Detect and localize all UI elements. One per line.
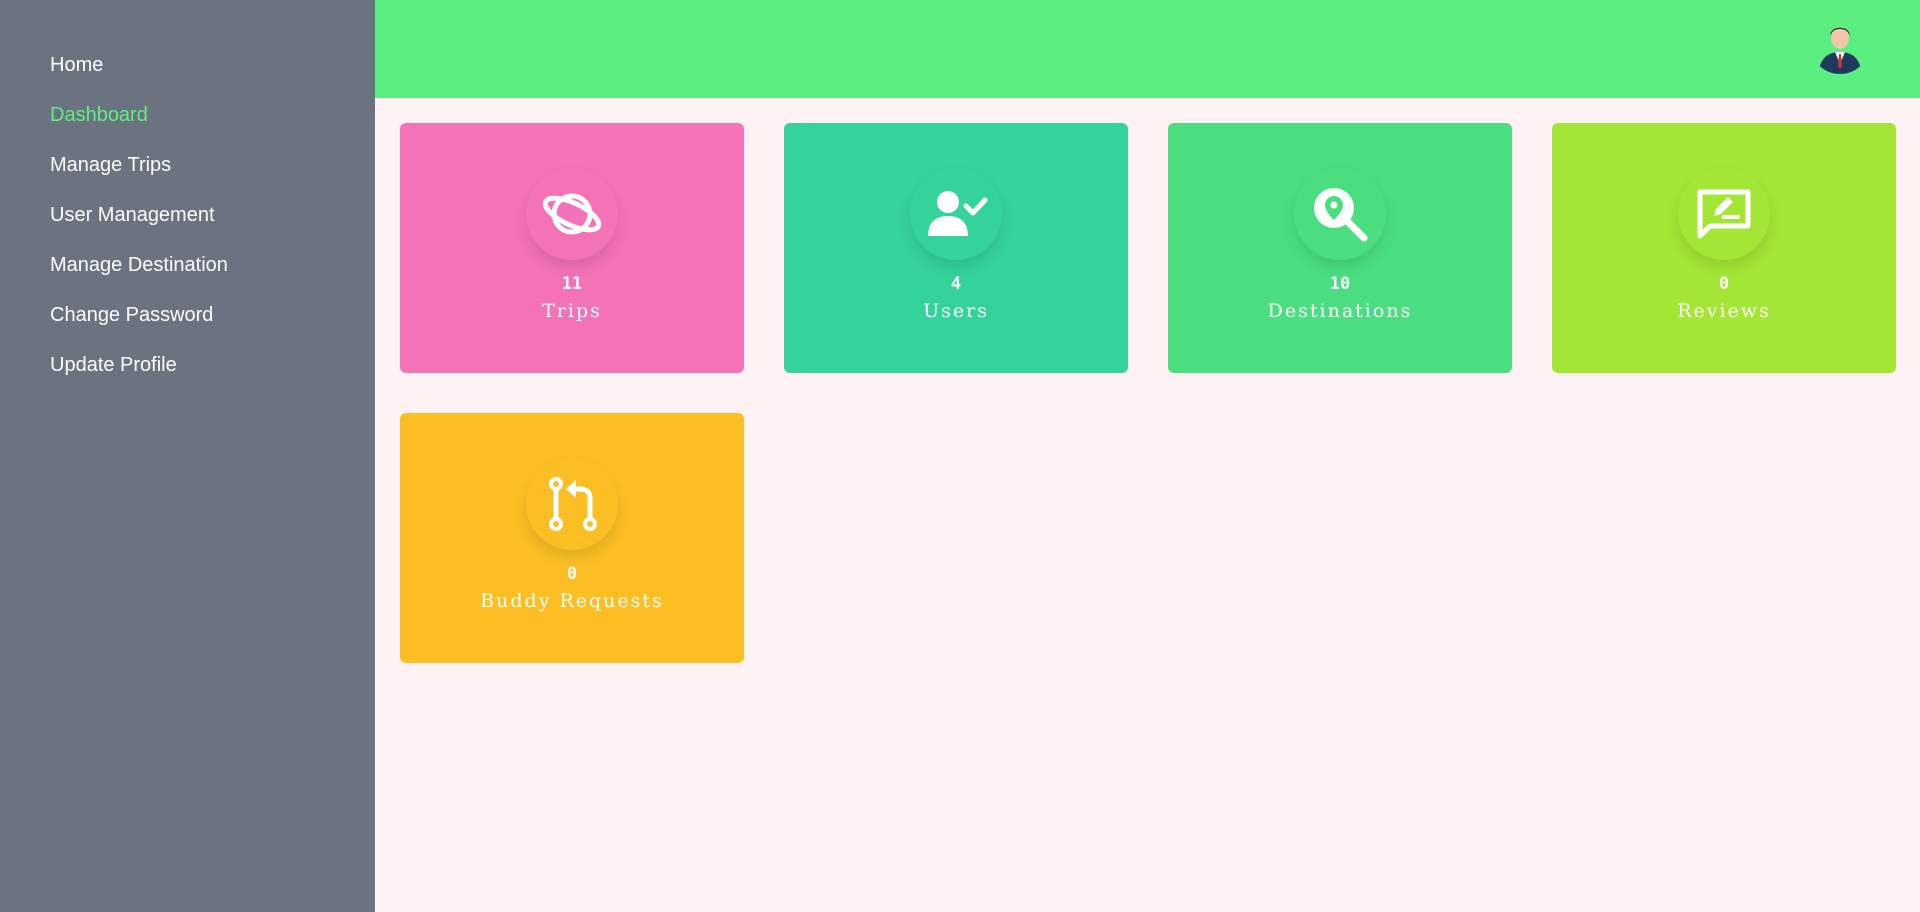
trips-label: Trips [542,300,602,322]
sidebar-item-manage-trips[interactable]: Manage Trips [0,150,375,200]
search-location-icon [1314,188,1368,242]
sidebar-item-dashboard[interactable]: Dashboard [0,100,375,150]
users-icon-circle [910,168,1002,260]
trips-icon-circle [526,168,618,260]
sidebar-item-home[interactable]: Home [0,50,375,100]
sidebar: Home Dashboard Manage Trips User Managem… [0,0,375,912]
users-card[interactable]: 4 Users [784,123,1128,373]
pull-request-icon [549,477,597,531]
review-icon [1697,189,1751,239]
user-check-icon [928,191,988,236]
users-count: 4 [950,274,962,294]
sidebar-item-update-profile[interactable]: Update Profile [0,350,375,400]
reviews-icon-circle [1678,168,1770,260]
buddy-requests-icon-circle [526,458,618,550]
destinations-label: Destinations [1267,300,1413,322]
dashboard-main: 11 Trips 4 Users 10 Destinations 0 Revie… [375,98,1920,912]
top-bar [375,0,1920,98]
sidebar-item-manage-destination[interactable]: Manage Destination [0,250,375,300]
sidebar-item-change-password[interactable]: Change Password [0,300,375,350]
destinations-icon-circle [1294,168,1386,260]
reviews-label: Reviews [1677,300,1771,322]
destinations-count: 10 [1329,274,1351,294]
buddy-requests-label: Buddy Requests [480,590,664,612]
users-label: Users [923,300,989,322]
planet-icon [542,193,602,235]
trips-card[interactable]: 11 Trips [400,123,744,373]
buddy-requests-card[interactable]: 0 Buddy Requests [400,413,744,663]
destinations-card[interactable]: 10 Destinations [1168,123,1512,373]
user-avatar[interactable] [1810,14,1870,74]
buddy-requests-count: 0 [566,564,578,584]
avatar-icon [1810,14,1870,74]
reviews-card[interactable]: 0 Reviews [1552,123,1896,373]
trips-count: 11 [561,274,583,294]
reviews-count: 0 [1718,274,1730,294]
sidebar-item-user-management[interactable]: User Management [0,200,375,250]
